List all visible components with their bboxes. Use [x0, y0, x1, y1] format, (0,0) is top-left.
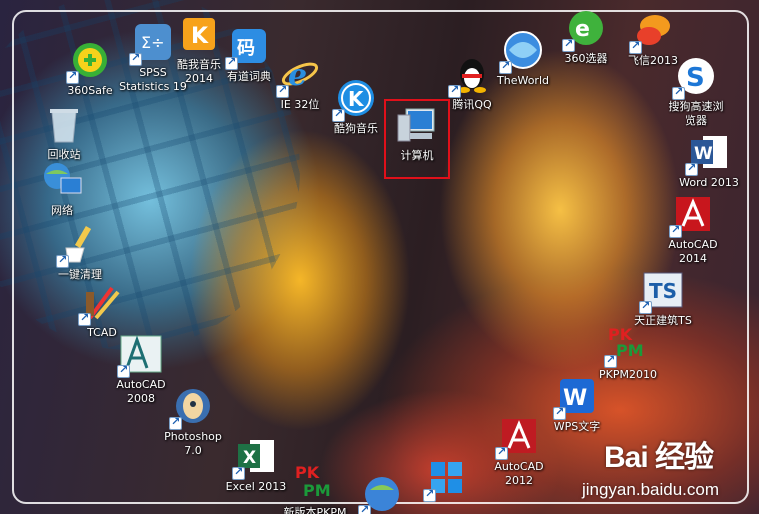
icon-label: 腾讯QQ	[452, 98, 492, 111]
desktop-icon-tangent-ts[interactable]: TS 天正建筑TS	[621, 268, 705, 328]
shortcut-arrow-icon	[232, 465, 245, 480]
svg-text:PM: PM	[616, 341, 644, 360]
word-icon: W	[685, 130, 731, 176]
icon-label: 360选器	[564, 52, 608, 65]
autocad-2012-icon	[495, 414, 541, 460]
kugou-music-icon: K	[332, 76, 378, 122]
icon-label: 网络	[51, 204, 73, 217]
svg-text:X: X	[243, 448, 256, 468]
desktop-icon-kugou-music[interactable]: K 酷狗音乐	[314, 76, 398, 136]
icon-label: 酷狗音乐	[334, 122, 378, 135]
network-icon	[40, 158, 84, 202]
shortcut-arrow-icon	[448, 83, 461, 98]
shortcut-arrow-icon	[129, 51, 142, 66]
autocad-2008-icon	[117, 332, 163, 378]
shortcut-arrow-icon	[276, 83, 289, 98]
baidu-jingyan-watermark: Bai 经验	[603, 432, 714, 476]
photoshop-icon	[169, 384, 215, 430]
tangent-ts-icon: TS	[639, 268, 685, 314]
icon-label: AutoCAD 2012	[494, 460, 544, 487]
shortcut-arrow-icon	[672, 85, 685, 100]
watermark-url: jingyan.baidu.com	[581, 480, 719, 499]
svg-text:e: e	[575, 17, 590, 42]
icon-label: 360Safe	[67, 84, 113, 97]
autocad-2014-icon	[669, 192, 715, 238]
svg-text:码: 码	[237, 38, 255, 59]
metro-tiles-icon	[423, 456, 469, 502]
cleanup-icon	[56, 222, 102, 268]
svg-text:TS: TS	[649, 279, 677, 303]
desktop-icon-tcad[interactable]: TCAD	[60, 280, 144, 340]
pkpm2010-icon: PK PM	[604, 322, 650, 368]
shortcut-arrow-icon	[639, 299, 652, 314]
shortcut-arrow-icon	[499, 59, 512, 74]
theworld-browser-icon	[499, 28, 545, 74]
desktop-icon-cleanup[interactable]: 一键清理	[38, 222, 122, 282]
shortcut-arrow-icon	[78, 311, 91, 326]
svg-text:PM: PM	[303, 481, 331, 500]
shortcut-arrow-icon	[423, 487, 436, 502]
sogou-browser-icon: S	[672, 54, 718, 100]
shortcut-arrow-icon	[56, 253, 69, 268]
svg-text:S: S	[686, 63, 705, 93]
shortcut-arrow-icon	[669, 223, 682, 238]
recycle-bin-icon	[42, 102, 86, 146]
shortcut-arrow-icon	[604, 353, 617, 368]
desktop-icon-computer[interactable]: 计算机	[384, 99, 450, 179]
svg-text:e: e	[288, 58, 307, 93]
shortcut-arrow-icon	[169, 415, 182, 430]
desktop[interactable]: 360Safe Σ÷ SPSS Statistics 19 K 酷我音乐 201…	[0, 0, 759, 514]
desktop-icon-autocad-2014[interactable]: AutoCAD 2014	[651, 192, 735, 266]
desktop-icon-metro-tiles[interactable]	[405, 456, 489, 502]
shortcut-arrow-icon	[66, 69, 79, 84]
tcad-icon	[78, 280, 124, 326]
shortcut-arrow-icon	[332, 107, 345, 122]
desktop-icon-recycle-bin[interactable]: 回收站	[22, 102, 106, 162]
shortcut-arrow-icon	[495, 445, 508, 460]
desktop-icon-word[interactable]: W Word 2013	[667, 130, 751, 190]
desktop-icon-network[interactable]: 网络	[20, 158, 104, 218]
shortcut-arrow-icon	[685, 161, 698, 176]
icon-label: AutoCAD 2014	[668, 238, 718, 265]
pkpm-new-icon: PK PM	[293, 460, 337, 504]
desktop-icon-pkpm2010[interactable]: PKPM PKPM2010	[586, 322, 670, 382]
fetion-icon	[629, 8, 675, 54]
svg-text:K: K	[348, 87, 365, 111]
svg-text:W: W	[694, 144, 713, 164]
360-browser-icon: e	[562, 6, 608, 52]
wps-icon: W	[553, 374, 599, 420]
shortcut-arrow-icon	[629, 39, 642, 54]
icon-label: TheWorld	[497, 74, 549, 87]
shortcut-arrow-icon	[358, 503, 371, 514]
desktop-icon-sogou-browser[interactable]: S 搜狗高速浏 览器	[654, 54, 738, 128]
shortcut-arrow-icon	[117, 363, 130, 378]
shortcut-arrow-icon	[225, 55, 238, 70]
watermark-logo-text: Bai 经验	[603, 441, 714, 474]
icon-label: 新版本PKPM	[283, 506, 347, 514]
globe-icon	[358, 472, 404, 514]
shortcut-arrow-icon	[562, 37, 575, 52]
svg-text:PK: PK	[295, 463, 320, 482]
icon-label: Word 2013	[679, 176, 739, 189]
360safe-icon	[66, 38, 112, 84]
svg-text:W: W	[563, 386, 587, 411]
icon-label: 计算机	[400, 149, 434, 162]
desktop-icon-autocad-2012[interactable]: AutoCAD 2012	[477, 414, 561, 488]
excel-icon: X	[232, 434, 278, 480]
icon-label: 搜狗高速浏 览器	[668, 100, 724, 127]
